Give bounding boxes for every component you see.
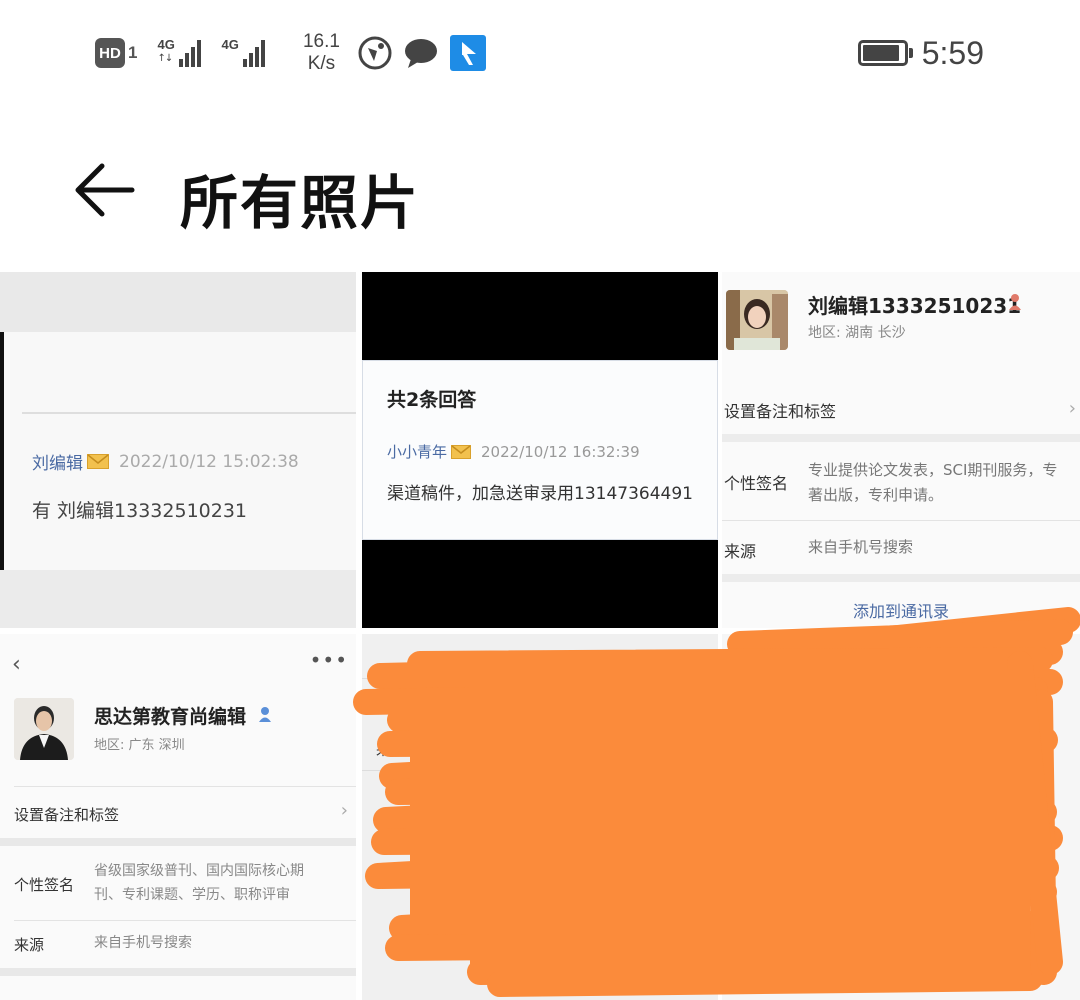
green-tag-fragment (958, 718, 1024, 740)
source-row: 来源 来自手机号搜索 (722, 522, 1080, 574)
row-divider (722, 520, 1080, 521)
hd-sim-number: 1 (128, 43, 138, 62)
battery-icon (857, 40, 913, 66)
page-title: 所有照片 (180, 169, 421, 237)
row-divider (14, 786, 356, 787)
row-divider (14, 920, 356, 921)
contact-name: 刘编辑13332510231 (808, 294, 1022, 318)
answer-author: 小小青年 (387, 443, 448, 461)
source-label: 来源 (724, 542, 757, 561)
photo-thumbnail-3[interactable]: 刘编辑13332510231 地区: 湖南 长沙 设置备注和标签 › 个性签名 … (722, 272, 1080, 628)
remark-label[interactable]: 设置备注和标签 (14, 804, 119, 825)
sim1-network-type: 4G (157, 37, 175, 52)
section-separator (722, 574, 1080, 582)
avatar (726, 290, 788, 350)
signature-line-1: 专业提供论文发表，SCI期刊服务，专 (808, 461, 1058, 479)
screenshot-top-strip (0, 272, 356, 332)
signature-line-2: 著出版，专利申请。 (808, 486, 944, 504)
source-value: 来自手机号搜索 (94, 935, 192, 951)
status-bar: HD 1 4G ↑↓ 4G 16.1 K/s 5:59 (0, 0, 1080, 104)
network-speed-unit: K/s (307, 53, 336, 74)
app-notification-icon (449, 34, 487, 72)
comment-meta: 刘编辑 2022/10/12 15:02:38 (32, 449, 299, 475)
chevron-left-icon: ‹ (12, 652, 21, 677)
comment-date: 2022/10/12 15:02:38 (119, 451, 299, 472)
signature-label: 个性签名 (724, 474, 789, 493)
section-separator (0, 838, 356, 846)
answer-date: 2022/10/12 16:32:39 (481, 442, 640, 461)
sim2-signal-icon: 4G (221, 33, 279, 73)
app-icon-fragment (734, 644, 768, 658)
source-label: 来源 (14, 936, 45, 954)
row-divider (362, 770, 718, 771)
contact-name: 思达第教育尚编辑 (94, 706, 247, 728)
female-icon (1008, 293, 1022, 311)
signature-line-1: 省级国家级普刊、国内国际核心期 (94, 863, 304, 879)
photo-thumbnail-6[interactable] (722, 634, 1080, 1000)
sim1-signal-icon: 4G ↑↓ (157, 33, 215, 73)
signature-line-2: 刊、专利课题、学历、职称评审 (94, 887, 290, 903)
network-speed: 16.1 K/s (295, 31, 347, 75)
hd-voice-icon: HD (95, 38, 125, 68)
signature-label: 个性签名 (14, 876, 75, 894)
section-separator (722, 434, 1080, 442)
contact-region: 地区: 湖南 长沙 (808, 325, 906, 341)
add-to-contacts-button[interactable]: 添加到通讯录 (722, 598, 1080, 622)
signature-row: 个性签名 专业提供论文发表，SCI期刊服务，专 著出版，专利申请。 (722, 442, 1080, 520)
more-options-icon: ••• (309, 648, 348, 672)
contact-region: 地区: 广东 深圳 (94, 738, 185, 753)
envelope-icon (451, 444, 472, 459)
screenshot-bottom-strip (0, 570, 356, 628)
chevron-right-icon: › (1068, 398, 1076, 419)
chevron-right-icon: › (340, 800, 348, 821)
source-label-fragment: 来源 (376, 743, 404, 759)
photo-thumbnail-4[interactable]: ‹ ••• 思达第教育尚编辑 地区: 广东 深圳 设置备注和标签 › 个性签名 … (0, 634, 356, 1000)
row-divider (362, 678, 718, 679)
status-time: 5:59 (921, 34, 984, 71)
network-speed-value: 16.1 (302, 31, 340, 52)
photo-grid: 刘编辑 2022/10/12 15:02:38 有 刘编辑13332510231… (0, 272, 1080, 1000)
status-bar-left: HD 1 4G ↑↓ 4G 16.1 K/s (95, 28, 487, 78)
answer-text: 渠道稿件，加急送审录用13147364491 (387, 484, 693, 504)
section-separator (0, 968, 356, 976)
app-header: 所有照片 (0, 140, 1080, 250)
photo-thumbnail-5[interactable]: 来源 (362, 634, 718, 1000)
status-bar-right: 5:59 (857, 28, 984, 78)
avatar (14, 698, 74, 760)
male-icon (258, 706, 272, 722)
remark-label: 设置备注和标签 (724, 402, 837, 421)
chat-bubble-icon (403, 36, 439, 70)
back-arrow-icon[interactable] (72, 160, 142, 220)
comment-author: 刘编辑 (32, 454, 83, 474)
comment-text: 有 刘编辑13332510231 (32, 500, 248, 522)
compass-icon (357, 35, 393, 71)
photo-thumbnail-1[interactable]: 刘编辑 2022/10/12 15:02:38 有 刘编辑13332510231 (0, 272, 356, 628)
comment-card: 刘编辑 2022/10/12 15:02:38 有 刘编辑13332510231 (0, 332, 356, 570)
answer-count-heading: 共2条回答 (387, 389, 477, 411)
photo-thumbnail-2[interactable]: 共2条回答 小小青年 2022/10/12 16:32:39 渠道稿件，加急送审… (362, 272, 718, 628)
sim2-network-type: 4G (221, 37, 239, 52)
data-arrows-icon: ↑↓ (157, 53, 173, 64)
divider (22, 412, 356, 414)
answer-meta: 小小青年 2022/10/12 16:32:39 (387, 441, 640, 462)
remark-row[interactable]: 设置备注和标签 › (722, 380, 1080, 438)
envelope-icon (87, 454, 109, 469)
source-value: 来自手机号搜索 (808, 538, 914, 556)
answer-card: 共2条回答 小小青年 2022/10/12 16:32:39 渠道稿件，加急送审… (362, 360, 718, 540)
